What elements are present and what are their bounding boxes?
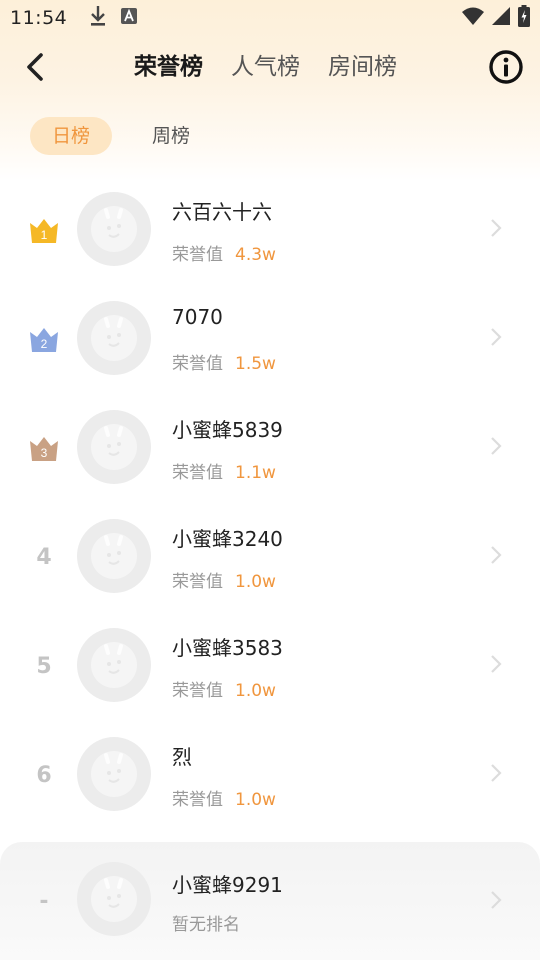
info-icon — [489, 50, 523, 84]
user-name: 小蜜蜂3583 — [172, 636, 283, 660]
honor-label: 荣誉值 — [172, 790, 223, 810]
chevron-right-icon — [491, 655, 502, 673]
info-button[interactable] — [488, 49, 524, 85]
chevron-right-icon — [491, 891, 502, 909]
rank-number: 6 — [36, 763, 52, 788]
tab-popularity[interactable]: 人气榜 — [231, 50, 300, 84]
bronze-crown-icon: 3 — [30, 436, 58, 461]
back-arrow-icon — [27, 53, 43, 81]
download-icon — [89, 5, 107, 31]
user-name: 小蜜蜂5839 — [172, 418, 283, 442]
rank-number: 5 — [36, 654, 52, 679]
my-rank-row[interactable]: - 小蜜蜂9291 暂无排名 — [0, 842, 540, 960]
subtab-daily[interactable]: 日榜 — [30, 117, 113, 155]
avatar — [77, 301, 151, 375]
honor-value: 荣誉值 1.0w — [172, 785, 276, 810]
chevron-right-icon — [491, 437, 502, 455]
status-bar: 11:54 — [0, 0, 540, 36]
a-icon — [121, 8, 138, 28]
rank-badge: 3 — [24, 394, 64, 503]
ranking-row[interactable]: 2 7070 荣誉值 1.5w — [0, 285, 540, 394]
rank-badge: 1 — [24, 176, 64, 285]
honor-label: 荣誉值 — [172, 572, 223, 592]
header: 荣誉榜 人气榜 房间榜 — [0, 40, 540, 94]
signal-icon — [492, 7, 510, 29]
ranking-row[interactable]: 4 小蜜蜂3240 荣誉值 1.0w — [0, 503, 540, 612]
ranking-row[interactable]: 6 烈 荣誉值 1.0w — [0, 721, 540, 830]
ranking-row[interactable]: 5 小蜜蜂3583 荣誉值 1.0w — [0, 612, 540, 721]
honor-value: 荣誉值 1.5w — [172, 349, 276, 374]
avatar — [77, 862, 151, 936]
avatar — [77, 737, 151, 811]
tab-honor[interactable]: 荣誉榜 — [134, 50, 203, 84]
chevron-right-icon — [491, 546, 502, 564]
honor-amount: 4.3w — [235, 245, 276, 265]
wifi-icon — [462, 7, 484, 29]
chevron-right-icon — [491, 328, 502, 346]
period-tabs: 日榜 周榜 — [30, 117, 212, 155]
rank-number: 3 — [41, 446, 48, 460]
ranking-list: 1 六百六十六 荣誉值 4.3w 2 7070 荣誉值 1.5w 3 小蜜蜂5839… — [0, 176, 540, 830]
user-name: 小蜜蜂3240 — [172, 527, 283, 551]
ranking-row[interactable]: 3 小蜜蜂5839 荣誉值 1.1w — [0, 394, 540, 503]
honor-amount: 1.0w — [235, 681, 276, 701]
status-time: 11:54 — [10, 7, 68, 29]
honor-amount: 1.0w — [235, 790, 276, 810]
avatar — [77, 519, 151, 593]
honor-value: 荣誉值 1.0w — [172, 567, 276, 592]
honor-value: 荣誉值 1.1w — [172, 458, 276, 483]
chevron-right-icon — [491, 219, 502, 237]
honor-amount: 1.0w — [235, 572, 276, 592]
gold-crown-icon: 1 — [30, 218, 58, 243]
rank-badge: 6 — [24, 721, 64, 830]
rank-number: - — [39, 888, 49, 914]
ranking-row[interactable]: 1 六百六十六 荣誉值 4.3w — [0, 176, 540, 285]
rank-badge: - — [24, 842, 64, 960]
rank-badge: 4 — [24, 503, 64, 612]
honor-label: 荣誉值 — [172, 681, 223, 701]
rank-badge: 2 — [24, 285, 64, 394]
back-button[interactable] — [18, 50, 52, 84]
honor-amount: 1.1w — [235, 463, 276, 483]
chevron-right-icon — [491, 764, 502, 782]
honor-amount: 1.5w — [235, 354, 276, 374]
battery-icon — [518, 5, 530, 31]
honor-label: 荣誉值 — [172, 463, 223, 483]
ranking-tabs: 荣誉榜 人气榜 房间榜 — [134, 50, 397, 84]
rank-number: 1 — [41, 228, 48, 242]
tab-room[interactable]: 房间榜 — [328, 50, 397, 84]
avatar — [77, 410, 151, 484]
honor-label: 荣誉值 — [172, 245, 223, 265]
rank-badge: 5 — [24, 612, 64, 721]
user-name: 烈 — [172, 745, 192, 769]
avatar — [77, 628, 151, 702]
rank-status: 暂无排名 — [172, 915, 240, 935]
subtab-weekly[interactable]: 周榜 — [130, 117, 212, 155]
user-name: 六百六十六 — [172, 200, 272, 224]
silver-crown-icon: 2 — [30, 327, 58, 352]
user-name: 小蜜蜂9291 — [172, 873, 283, 897]
honor-value: 荣誉值 1.0w — [172, 676, 276, 701]
honor-label: 荣誉值 — [172, 354, 223, 374]
avatar — [77, 192, 151, 266]
rank-number: 4 — [36, 545, 52, 570]
user-name: 7070 — [172, 305, 223, 329]
honor-value: 荣誉值 4.3w — [172, 240, 276, 265]
rank-number: 2 — [41, 337, 48, 351]
